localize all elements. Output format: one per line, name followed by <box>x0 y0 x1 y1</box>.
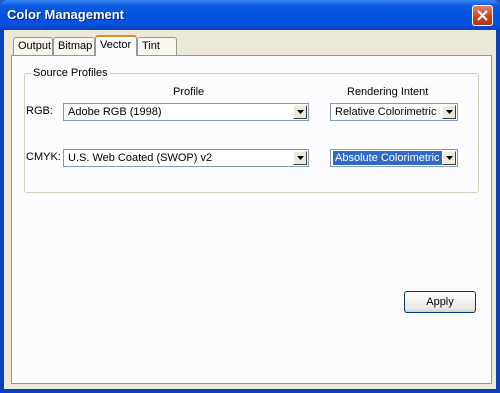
chevron-down-icon <box>297 110 304 114</box>
rgb-profile-value: Adobe RGB (1998) <box>68 106 162 118</box>
rgb-intent-dropdown[interactable]: Relative Colorimetric <box>330 103 458 121</box>
rgb-profile-dropdown[interactable]: Adobe RGB (1998) <box>63 103 309 121</box>
tab-output[interactable]: Output <box>13 37 53 55</box>
title-bar[interactable]: Color Management <box>0 0 500 30</box>
tab-vector[interactable]: Vector <box>95 35 137 56</box>
close-icon <box>477 10 488 21</box>
chevron-down-icon <box>446 156 453 160</box>
dropdown-arrow-button[interactable] <box>442 105 456 119</box>
source-profiles-group: Source Profiles Profile Rendering Intent… <box>24 67 479 193</box>
cmyk-intent-dropdown[interactable]: Absolute Colorimetric <box>330 149 458 167</box>
vector-tab-panel: Source Profiles Profile Rendering Intent… <box>11 55 492 384</box>
cmyk-label: CMYK: <box>26 151 61 163</box>
cmyk-profile-value: U.S. Web Coated (SWOP) v2 <box>68 152 213 164</box>
close-button[interactable] <box>472 5 493 26</box>
tab-bitmap[interactable]: Bitmap <box>53 37 95 55</box>
cmyk-intent-value: Absolute Colorimetric <box>332 150 443 166</box>
dialog-body: Output Bitmap Vector Tint Source Profile… <box>4 30 496 389</box>
dropdown-arrow-button[interactable] <box>293 105 307 119</box>
cmyk-profile-dropdown[interactable]: U.S. Web Coated (SWOP) v2 <box>63 149 309 167</box>
profile-column-header: Profile <box>173 86 205 98</box>
chevron-down-icon <box>446 110 453 114</box>
apply-button[interactable]: Apply <box>404 291 476 313</box>
window-title: Color Management <box>7 7 125 22</box>
rgb-label: RGB: <box>26 105 53 117</box>
color-management-dialog: Color Management Output Bitmap Vector Ti… <box>0 0 500 393</box>
tab-tint[interactable]: Tint <box>137 37 177 55</box>
source-profiles-label: Source Profiles <box>31 67 110 79</box>
rendering-intent-column-header: Rendering Intent <box>347 86 429 98</box>
dropdown-arrow-button[interactable] <box>293 151 307 165</box>
dropdown-arrow-button[interactable] <box>442 151 456 165</box>
rgb-intent-value: Relative Colorimetric <box>335 106 437 118</box>
chevron-down-icon <box>297 156 304 160</box>
